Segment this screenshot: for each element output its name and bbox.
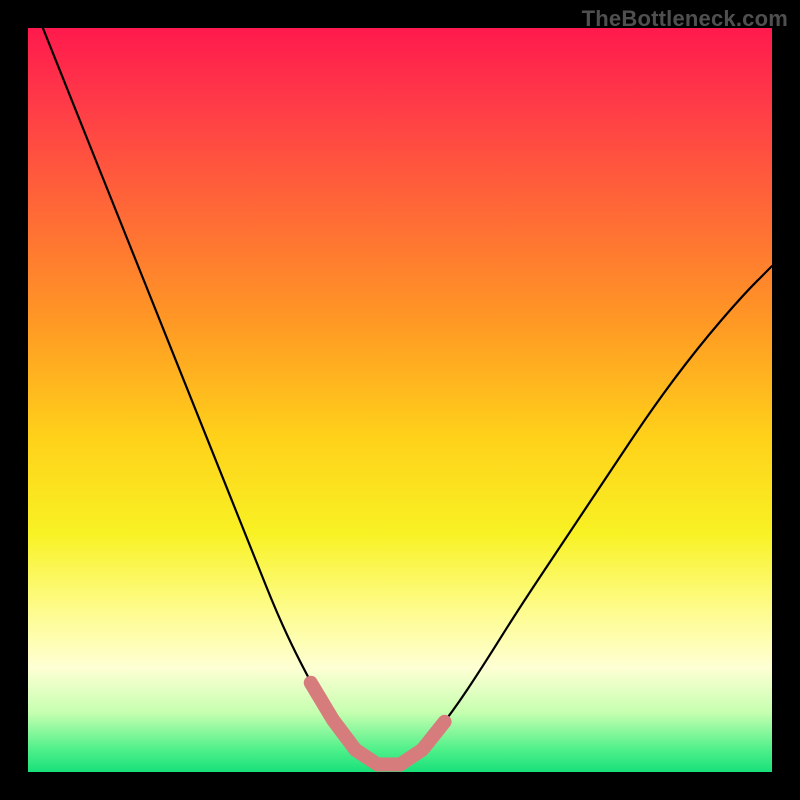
chart-frame: TheBottleneck.com	[0, 0, 800, 800]
plot-area	[28, 28, 772, 772]
chart-svg	[28, 28, 772, 772]
gradient-background	[28, 28, 772, 772]
watermark-label: TheBottleneck.com	[582, 6, 788, 32]
